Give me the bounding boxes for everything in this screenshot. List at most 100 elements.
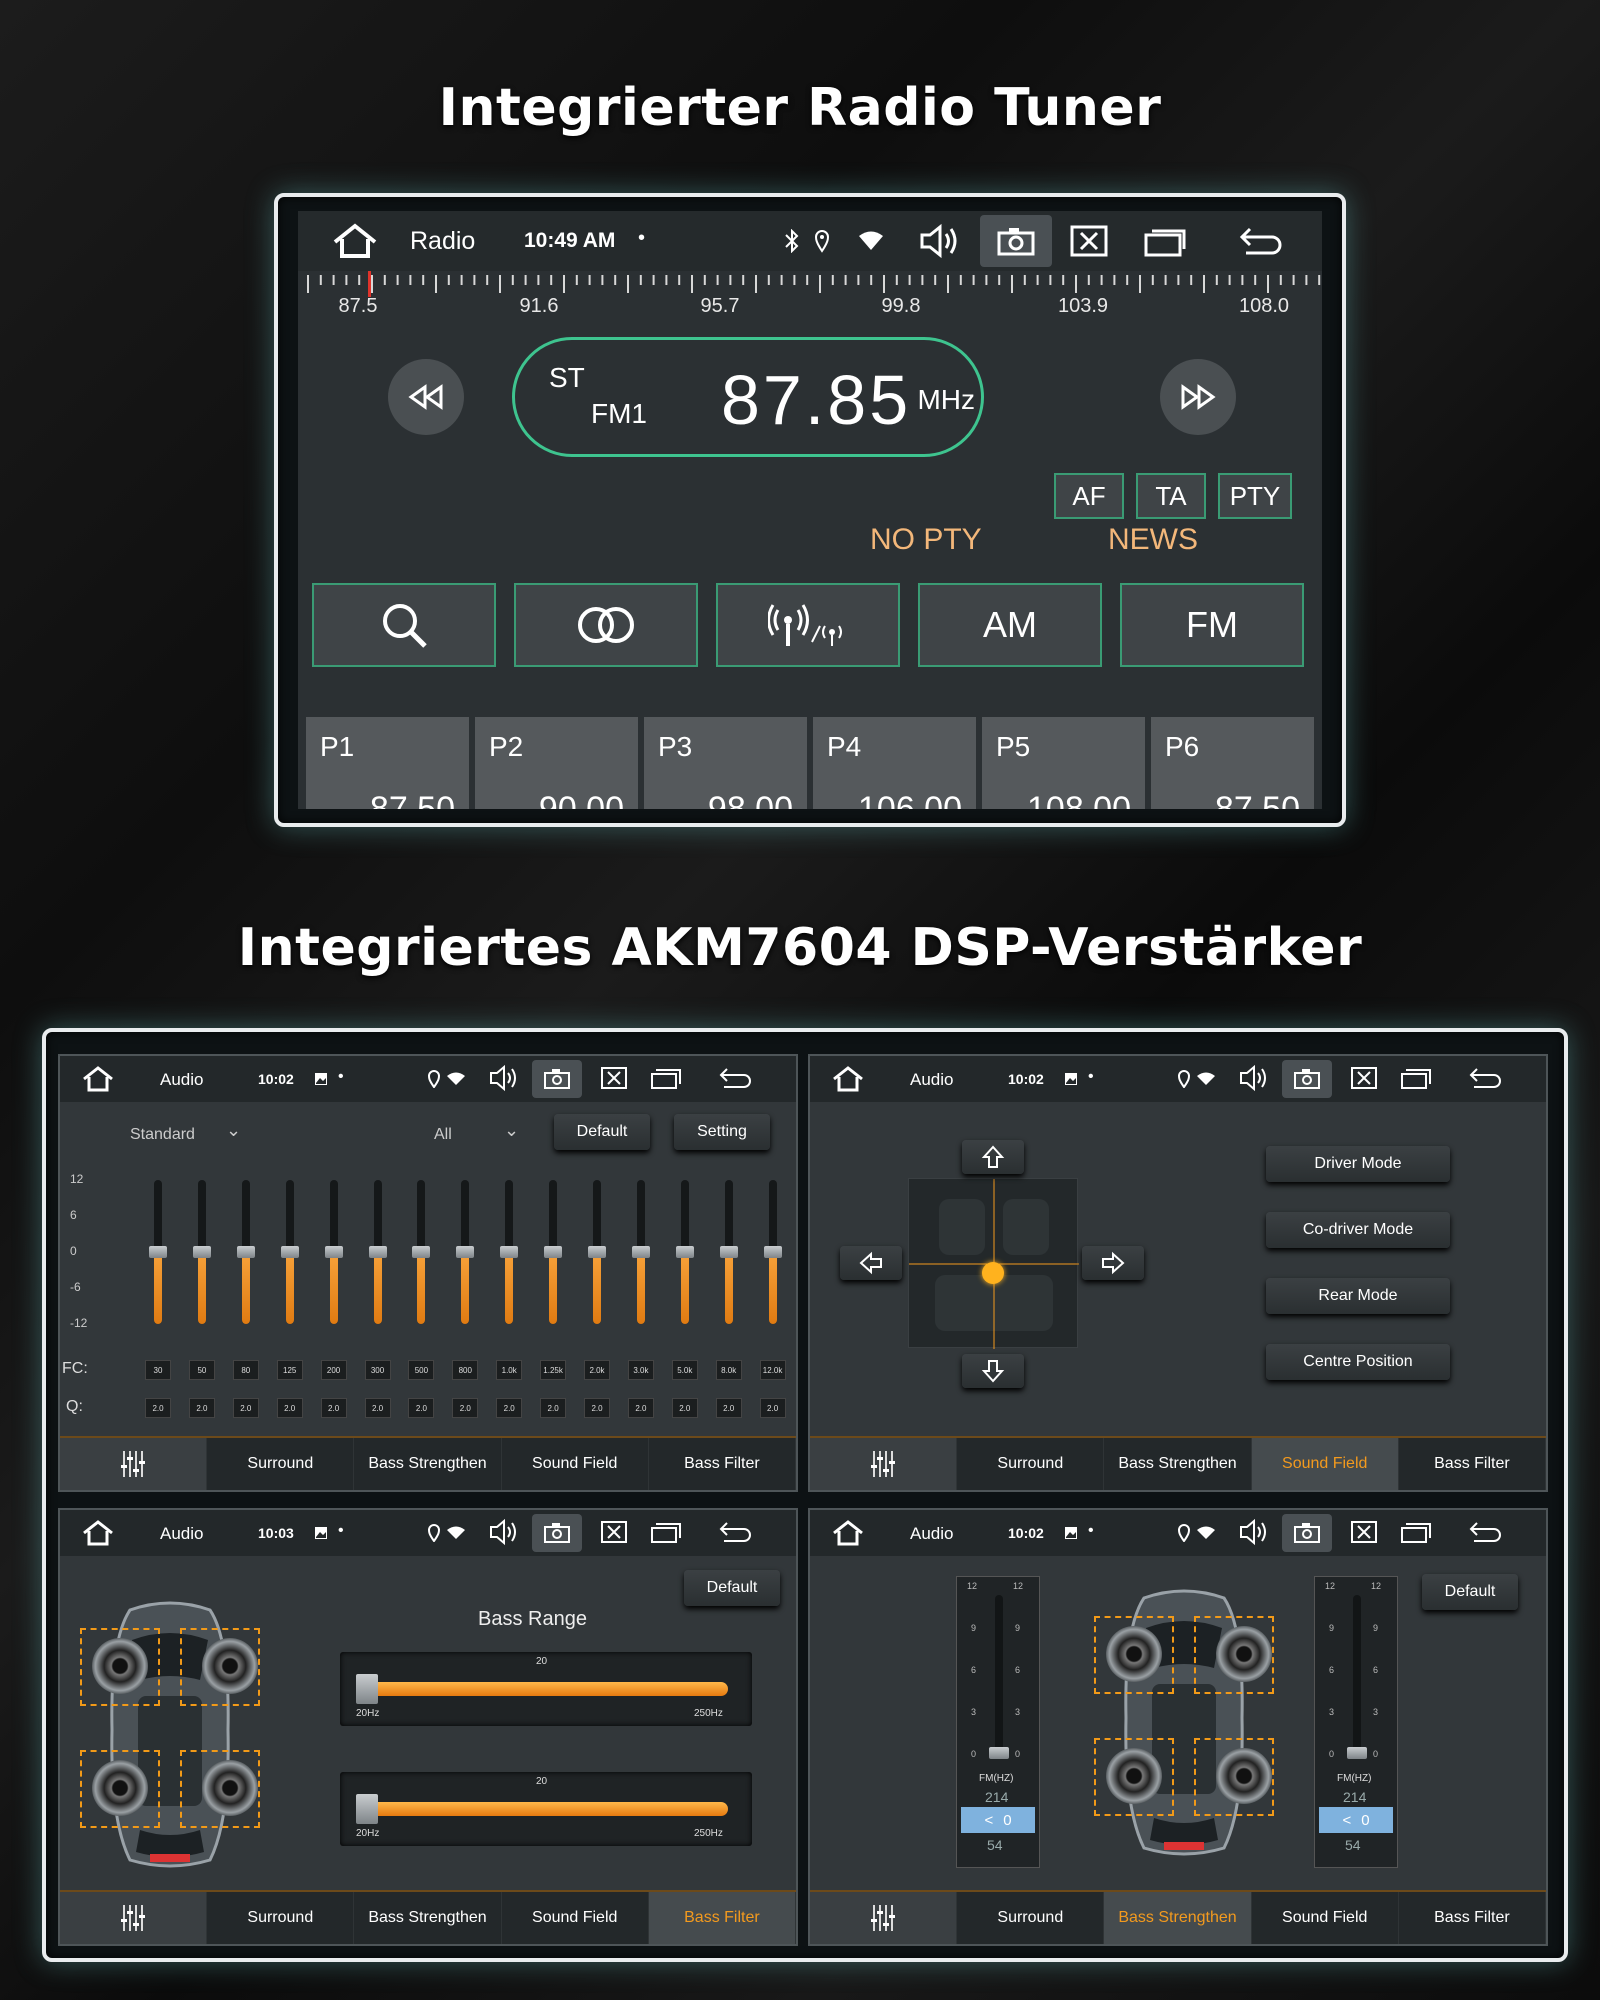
close-app-icon[interactable] bbox=[1070, 225, 1108, 257]
chevron-down-icon[interactable]: ⌄ bbox=[504, 1120, 519, 1141]
tab-sound-field[interactable]: Sound Field bbox=[502, 1892, 649, 1944]
slider-2-handle[interactable] bbox=[356, 1794, 378, 1824]
search-button[interactable] bbox=[312, 583, 496, 667]
eq-preset-select[interactable]: Standard bbox=[130, 1126, 195, 1144]
eq-tab[interactable] bbox=[810, 1438, 958, 1490]
volume-icon[interactable] bbox=[488, 1064, 520, 1092]
fc-value[interactable]: 300 bbox=[364, 1360, 391, 1380]
close-app-icon[interactable] bbox=[600, 1520, 628, 1544]
recent-apps-icon[interactable] bbox=[1144, 225, 1190, 257]
fc-value[interactable]: 80 bbox=[232, 1360, 259, 1380]
preset-button[interactable]: P1 87.50 bbox=[306, 717, 472, 809]
ta-button[interactable]: TA bbox=[1136, 473, 1206, 519]
eq-band-handle[interactable] bbox=[500, 1246, 519, 1258]
eq-band-handle[interactable] bbox=[719, 1246, 738, 1258]
screenshot-icon[interactable] bbox=[1282, 1514, 1332, 1552]
preset-button[interactable]: P6 87.50 bbox=[1151, 717, 1317, 809]
eq-band-handle[interactable] bbox=[456, 1246, 475, 1258]
fm-band-button[interactable]: FM bbox=[1120, 583, 1304, 667]
bass-range-slider-2[interactable]: 20 20Hz 250Hz bbox=[340, 1772, 752, 1846]
volume-icon[interactable] bbox=[1238, 1518, 1270, 1546]
home-icon[interactable] bbox=[82, 1520, 114, 1546]
bass-filter-default-button[interactable]: Default bbox=[684, 1570, 780, 1606]
volume-icon[interactable] bbox=[918, 223, 962, 259]
fc-value[interactable]: 125 bbox=[276, 1360, 303, 1380]
tab-surround[interactable]: Surround bbox=[207, 1438, 355, 1490]
fc-value[interactable]: 8.0k bbox=[715, 1360, 742, 1380]
chevron-down-icon[interactable]: ⌄ bbox=[226, 1120, 241, 1141]
home-icon[interactable] bbox=[82, 1066, 114, 1092]
preset-button[interactable]: P4 106.00 bbox=[813, 717, 979, 809]
tab-bass-filter[interactable]: Bass Filter bbox=[649, 1438, 796, 1490]
eq-tab[interactable] bbox=[60, 1438, 208, 1490]
screenshot-icon[interactable] bbox=[980, 215, 1052, 267]
q-value[interactable]: 2.0 bbox=[584, 1398, 610, 1418]
bass-range-slider-1[interactable]: 20 20Hz 250Hz bbox=[340, 1652, 752, 1726]
close-app-icon[interactable] bbox=[1350, 1520, 1378, 1544]
tab-sound-field[interactable]: Sound Field bbox=[1251, 1438, 1399, 1490]
q-value[interactable]: 2.0 bbox=[540, 1398, 567, 1418]
move-down-button[interactable] bbox=[962, 1354, 1024, 1388]
close-app-icon[interactable] bbox=[1350, 1066, 1378, 1090]
meter-track[interactable] bbox=[1353, 1595, 1361, 1755]
home-icon[interactable] bbox=[332, 223, 378, 259]
fc-value[interactable]: 50 bbox=[188, 1360, 215, 1380]
bass-meter-front[interactable]: 12 12 9 9 6 6 3 3 0 0 FM(HZ) 214 <0 54 bbox=[956, 1576, 1040, 1868]
eq-band-handle[interactable] bbox=[763, 1246, 782, 1258]
recent-apps-icon[interactable] bbox=[650, 1520, 684, 1544]
eq-band-handle[interactable] bbox=[192, 1246, 211, 1258]
move-right-button[interactable] bbox=[1082, 1246, 1144, 1280]
tab-bass-strengthen[interactable]: Bass Strengthen bbox=[1104, 1892, 1252, 1944]
co-driver-mode-button[interactable]: Co-driver Mode bbox=[1266, 1212, 1450, 1248]
chevron-left-icon[interactable]: < bbox=[1342, 1812, 1351, 1829]
q-value[interactable]: 2.0 bbox=[715, 1398, 742, 1418]
fc-value[interactable]: 5.0k bbox=[671, 1360, 698, 1380]
tab-sound-field[interactable]: Sound Field bbox=[502, 1438, 649, 1490]
eq-default-button[interactable]: Default bbox=[554, 1114, 650, 1150]
meter-value-selector[interactable]: <0 bbox=[961, 1807, 1035, 1833]
back-icon[interactable] bbox=[1468, 1520, 1502, 1544]
q-value[interactable]: 2.0 bbox=[364, 1398, 391, 1418]
fc-value[interactable]: 30 bbox=[145, 1360, 171, 1380]
meter-track[interactable] bbox=[995, 1595, 1003, 1755]
tuning-scale[interactable] bbox=[298, 271, 1322, 295]
fc-value[interactable]: 12.0k bbox=[759, 1360, 786, 1380]
eq-band-handle[interactable] bbox=[368, 1246, 387, 1258]
eq-band-handle[interactable] bbox=[280, 1246, 299, 1258]
back-icon[interactable] bbox=[718, 1066, 752, 1090]
sound-position-dot[interactable] bbox=[982, 1262, 1004, 1284]
driver-mode-button[interactable]: Driver Mode bbox=[1266, 1146, 1450, 1182]
eq-setting-button[interactable]: Setting bbox=[674, 1114, 770, 1150]
q-value[interactable]: 2.0 bbox=[320, 1398, 347, 1418]
volume-icon[interactable] bbox=[1238, 1064, 1270, 1092]
tab-surround[interactable]: Surround bbox=[957, 1438, 1105, 1490]
q-value[interactable]: 2.0 bbox=[276, 1398, 303, 1418]
slider-1-handle[interactable] bbox=[356, 1674, 378, 1704]
eq-band-handle[interactable] bbox=[588, 1246, 606, 1258]
recent-apps-icon[interactable] bbox=[1400, 1520, 1434, 1544]
local-distance-button[interactable] bbox=[716, 583, 900, 667]
volume-icon[interactable] bbox=[488, 1518, 520, 1546]
home-icon[interactable] bbox=[832, 1066, 864, 1092]
stereo-button[interactable] bbox=[514, 583, 698, 667]
preset-button[interactable]: P5 108.00 bbox=[982, 717, 1148, 809]
rear-mode-button[interactable]: Rear Mode bbox=[1266, 1278, 1450, 1314]
q-value[interactable]: 2.0 bbox=[188, 1398, 215, 1418]
tab-bass-strengthen[interactable]: Bass Strengthen bbox=[354, 1892, 502, 1944]
fc-value[interactable]: 500 bbox=[408, 1360, 435, 1380]
fc-value[interactable]: 1.0k bbox=[496, 1360, 523, 1380]
eq-band-handle[interactable] bbox=[324, 1246, 343, 1258]
back-icon[interactable] bbox=[1468, 1066, 1502, 1090]
close-app-icon[interactable] bbox=[600, 1066, 628, 1090]
preset-button[interactable]: P2 90.00 bbox=[475, 717, 641, 809]
move-up-button[interactable] bbox=[962, 1140, 1024, 1174]
eq-band-handle[interactable] bbox=[149, 1246, 167, 1258]
preset-button[interactable]: P3 98.00 bbox=[644, 717, 810, 809]
tab-bass-filter[interactable]: Bass Filter bbox=[1399, 1892, 1546, 1944]
home-icon[interactable] bbox=[832, 1520, 864, 1546]
chevron-left-icon[interactable]: < bbox=[984, 1812, 993, 1829]
tab-sound-field[interactable]: Sound Field bbox=[1252, 1892, 1399, 1944]
bass-strengthen-default-button[interactable]: Default bbox=[1422, 1574, 1518, 1610]
eq-band-handle[interactable] bbox=[544, 1246, 563, 1258]
seek-forward-button[interactable] bbox=[1160, 359, 1236, 435]
